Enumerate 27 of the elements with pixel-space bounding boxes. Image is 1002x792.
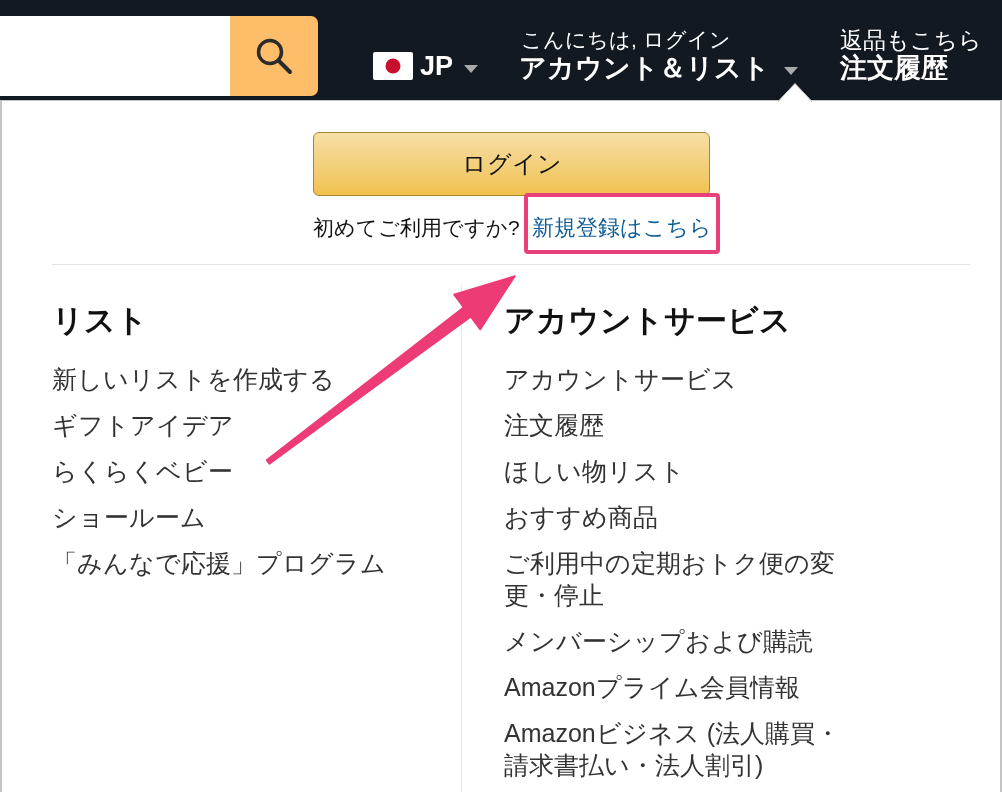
account-lists-menu[interactable]: こんにちは, ログイン アカウント＆リスト bbox=[519, 26, 799, 82]
search-icon bbox=[255, 37, 293, 75]
section-heading: アカウントサービス bbox=[504, 302, 792, 340]
caret-icon bbox=[464, 65, 479, 73]
signup-link[interactable]: 新規登録はこちら bbox=[531, 212, 712, 244]
menu-link[interactable]: Amazonビジネス (法人購買・請求書払い・法人割引) bbox=[504, 717, 849, 781]
menu-link[interactable]: 注文履歴 bbox=[504, 409, 849, 441]
search-field[interactable] bbox=[0, 16, 230, 96]
returns-orders-link[interactable]: 返品もこちら 注文履歴 bbox=[840, 26, 983, 82]
menu-link[interactable]: らくらくベビー bbox=[52, 455, 397, 487]
caret-icon bbox=[784, 67, 799, 75]
menu-link[interactable]: ギフトアイデア bbox=[52, 409, 397, 441]
menu-link[interactable]: Amazonプライム会員情報 bbox=[504, 671, 849, 703]
flag-icon bbox=[373, 52, 413, 80]
menu-link[interactable]: ほしい物リスト bbox=[504, 455, 849, 487]
signup-prompt: 初めてご利用ですか? bbox=[313, 215, 520, 241]
menu-link[interactable]: メンバーシップおよび購読 bbox=[504, 625, 849, 657]
menu-link[interactable]: ご利用中の定期おトク便の変更・停止 bbox=[504, 547, 849, 611]
section-heading: リスト bbox=[52, 302, 149, 340]
login-button[interactable]: ログイン bbox=[313, 132, 710, 196]
menu-link[interactable]: 「みんなで応援」プログラム bbox=[52, 547, 397, 579]
menu-link[interactable]: ショールーム bbox=[52, 501, 397, 533]
locale-selector[interactable]: JP bbox=[373, 52, 479, 80]
search-button[interactable] bbox=[230, 16, 318, 96]
menu-link[interactable]: おすすめ商品 bbox=[504, 501, 849, 533]
menu-link[interactable]: アカウントサービス bbox=[504, 363, 849, 395]
menu-link[interactable]: 新しいリストを作成する bbox=[52, 363, 397, 395]
